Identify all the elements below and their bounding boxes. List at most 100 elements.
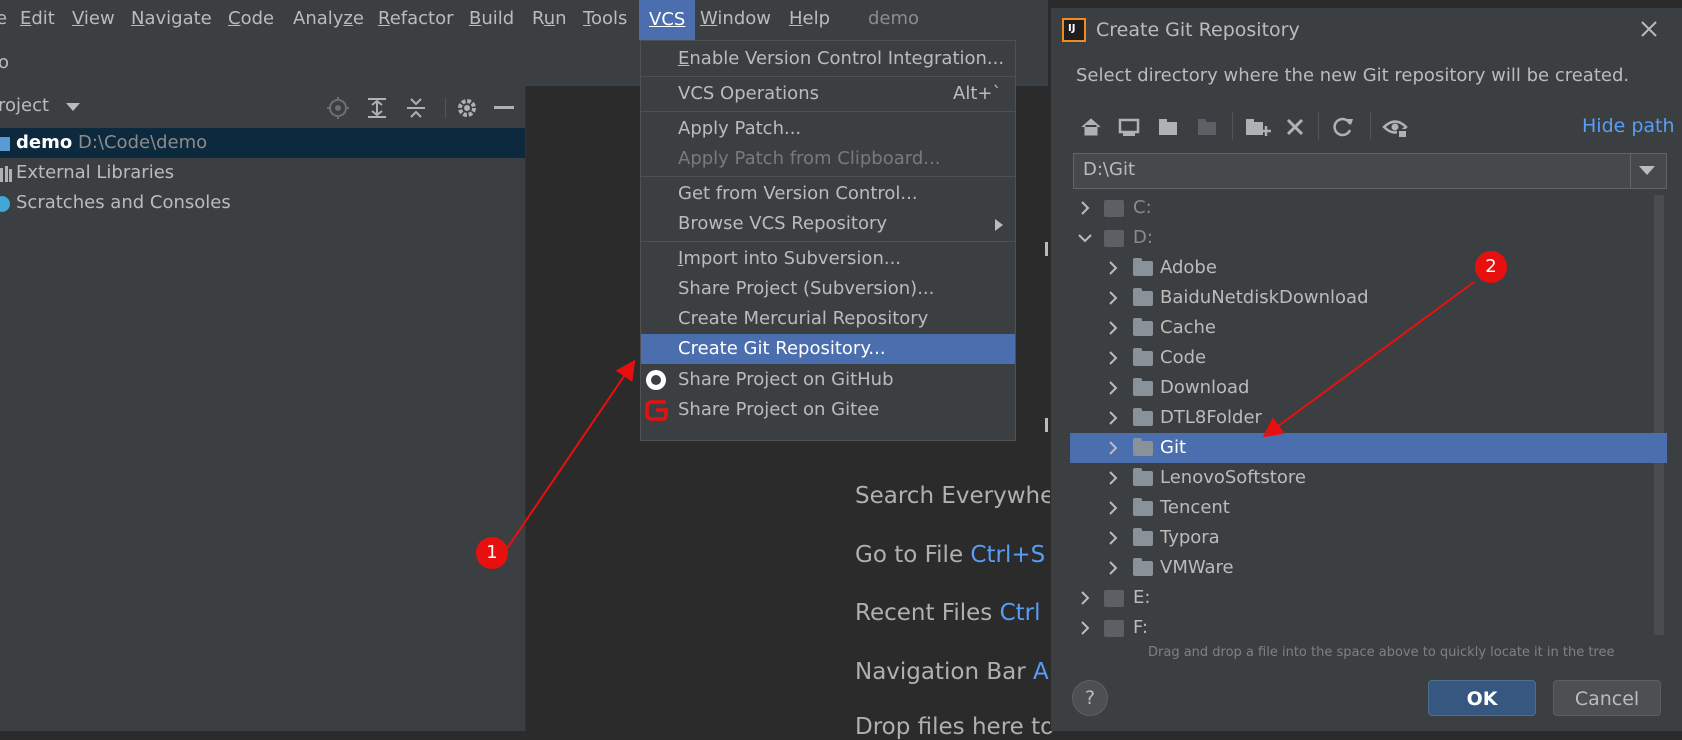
- chevron-right-icon[interactable]: [1080, 621, 1090, 635]
- chevron-right-icon[interactable]: [1108, 531, 1118, 545]
- menu-vcs-operations[interactable]: VCS Operations Alt+`: [641, 79, 1015, 109]
- tree-row-folder[interactable]: BaiduNetdiskDownload: [1070, 283, 1667, 313]
- chevron-right-icon[interactable]: [1080, 201, 1090, 215]
- tree-row-external-libraries[interactable]: External Libraries: [0, 158, 525, 188]
- help-button[interactable]: ?: [1072, 680, 1108, 716]
- path-combobox[interactable]: D:\Git: [1073, 153, 1667, 189]
- menu-browse-vcs-repository[interactable]: Browse VCS Repository: [641, 209, 1015, 239]
- menu-item-vcs[interactable]: VCS: [639, 0, 696, 40]
- menu-item-window[interactable]: Window: [700, 8, 771, 29]
- project-folder-icon[interactable]: [1153, 112, 1183, 142]
- menu-create-git-repository[interactable]: Create Git Repository...: [641, 334, 1015, 364]
- folder-label: LenovoSoftstore: [1160, 467, 1306, 488]
- menu-item-help[interactable]: Help: [789, 8, 830, 29]
- chevron-down-icon[interactable]: [66, 102, 80, 112]
- tree-row-folder[interactable]: VMWare: [1070, 553, 1667, 583]
- vcs-operations-shortcut: Alt+`: [953, 83, 1002, 104]
- menu-item-view[interactable]: View: [72, 8, 115, 29]
- drive-icon: [1104, 590, 1124, 607]
- tree-row-drive-d[interactable]: D:: [1070, 223, 1667, 253]
- toolbar-divider: [1318, 112, 1319, 140]
- folder-icon: [1133, 258, 1153, 276]
- menu-import-into-subversion[interactable]: Import into Subversion...: [641, 244, 1015, 274]
- tree-row-folder[interactable]: Git: [1070, 433, 1667, 463]
- tree-row-drive-c[interactable]: C:: [1070, 193, 1667, 223]
- chevron-right-icon[interactable]: [1108, 501, 1118, 515]
- tree-row-folder[interactable]: LenovoSoftstore: [1070, 463, 1667, 493]
- hint-drop-files: Drop files here to: [855, 714, 1055, 740]
- chevron-right-icon[interactable]: [1108, 351, 1118, 365]
- dialog-description: Select directory where the new Git repos…: [1076, 65, 1630, 86]
- project-root-label: demo: [16, 132, 73, 153]
- minimize-icon[interactable]: [494, 106, 514, 109]
- menu-item-code[interactable]: Code: [228, 8, 274, 29]
- delete-icon[interactable]: [1280, 112, 1310, 142]
- menu-item-edit[interactable]: Edit: [20, 8, 55, 29]
- menu-item-refactor[interactable]: Refactor: [378, 8, 454, 29]
- refresh-icon[interactable]: [1328, 112, 1358, 142]
- chevron-right-icon[interactable]: [1080, 591, 1090, 605]
- chevron-right-icon[interactable]: [1108, 411, 1118, 425]
- annotation-badge-2: 2: [1475, 251, 1507, 283]
- tree-row-folder[interactable]: Adobe: [1070, 253, 1667, 283]
- project-view-title[interactable]: roject: [0, 95, 49, 116]
- menu-item-file-fragment[interactable]: e: [0, 8, 7, 29]
- window-project-name: demo: [868, 8, 920, 29]
- drive-icon: [1104, 620, 1124, 637]
- menu-get-from-vcs[interactable]: Get from Version Control...: [641, 179, 1015, 209]
- hide-path-link[interactable]: Hide path: [1582, 115, 1675, 137]
- desktop-icon[interactable]: [1114, 112, 1144, 142]
- menu-share-project-subversion[interactable]: Share Project (Subversion)...: [641, 274, 1015, 304]
- tree-row-drive-f[interactable]: F:: [1070, 613, 1667, 643]
- chevron-right-icon[interactable]: [1108, 291, 1118, 305]
- project-tree: demo D:\Code\demo External Libraries Scr…: [0, 128, 525, 731]
- hint-search-everywhere: Search Everywhe: [855, 483, 1055, 509]
- folder-icon: [1133, 528, 1153, 546]
- tree-row-project-root[interactable]: demo D:\Code\demo: [0, 128, 525, 158]
- home-icon[interactable]: [1076, 112, 1106, 142]
- cancel-button[interactable]: Cancel: [1553, 680, 1661, 716]
- folder-icon: [1133, 378, 1153, 396]
- tree-row-folder[interactable]: Tencent: [1070, 493, 1667, 523]
- chevron-right-icon[interactable]: [1108, 261, 1118, 275]
- editor-hint-cursor-mark: [1045, 242, 1048, 256]
- menu-item-tools[interactable]: Tools: [583, 8, 627, 29]
- close-icon[interactable]: [1640, 20, 1658, 38]
- chevron-right-icon[interactable]: [1108, 471, 1118, 485]
- tree-row-folder[interactable]: Typora: [1070, 523, 1667, 553]
- show-hidden-files-icon[interactable]: [1380, 112, 1410, 142]
- chevron-down-icon[interactable]: [1078, 233, 1092, 243]
- chevron-right-icon[interactable]: [1108, 561, 1118, 575]
- menu-share-on-gitee[interactable]: Share Project on Gitee: [641, 395, 1015, 425]
- chevron-down-icon[interactable]: [1639, 166, 1655, 176]
- menu-separator: [641, 241, 1015, 242]
- menu-apply-patch[interactable]: Apply Patch...: [641, 114, 1015, 144]
- menu-item-navigate[interactable]: Navigate: [131, 8, 212, 29]
- toolbar-divider: [1370, 112, 1371, 140]
- ok-button[interactable]: OK: [1428, 680, 1536, 716]
- tree-row-folder[interactable]: DTL8Folder: [1070, 403, 1667, 433]
- tree-row-scratches[interactable]: Scratches and Consoles: [0, 188, 525, 218]
- menu-create-mercurial-repository[interactable]: Create Mercurial Repository: [641, 304, 1015, 334]
- new-folder-icon[interactable]: [1242, 112, 1272, 142]
- tree-row-folder[interactable]: Cache: [1070, 313, 1667, 343]
- expand-all-icon[interactable]: [366, 96, 388, 120]
- gear-icon[interactable]: [455, 96, 479, 120]
- tree-row-folder[interactable]: Download: [1070, 373, 1667, 403]
- project-toolwindow-header: roject: [0, 86, 525, 129]
- breadcrumb[interactable]: o: [0, 52, 9, 73]
- menu-item-run[interactable]: Run: [532, 8, 567, 29]
- collapse-all-icon[interactable]: [405, 96, 427, 120]
- locate-icon[interactable]: [326, 96, 350, 120]
- menu-share-on-github[interactable]: Share Project on GitHub: [641, 365, 1015, 395]
- tree-row-drive-e[interactable]: E:: [1070, 583, 1667, 613]
- toolbar-divider: [445, 98, 446, 118]
- chevron-right-icon[interactable]: [1108, 381, 1118, 395]
- menu-item-analyze[interactable]: Analyze: [293, 8, 364, 29]
- chevron-right-icon[interactable]: [1108, 441, 1118, 455]
- tree-row-folder[interactable]: Code: [1070, 343, 1667, 373]
- menu-enable-vcs-integration[interactable]: Enable Version Control Integration...: [641, 44, 1015, 74]
- menu-item-build[interactable]: Build: [469, 8, 514, 29]
- chevron-right-icon[interactable]: [1108, 321, 1118, 335]
- path-input-value[interactable]: D:\Git: [1083, 159, 1135, 180]
